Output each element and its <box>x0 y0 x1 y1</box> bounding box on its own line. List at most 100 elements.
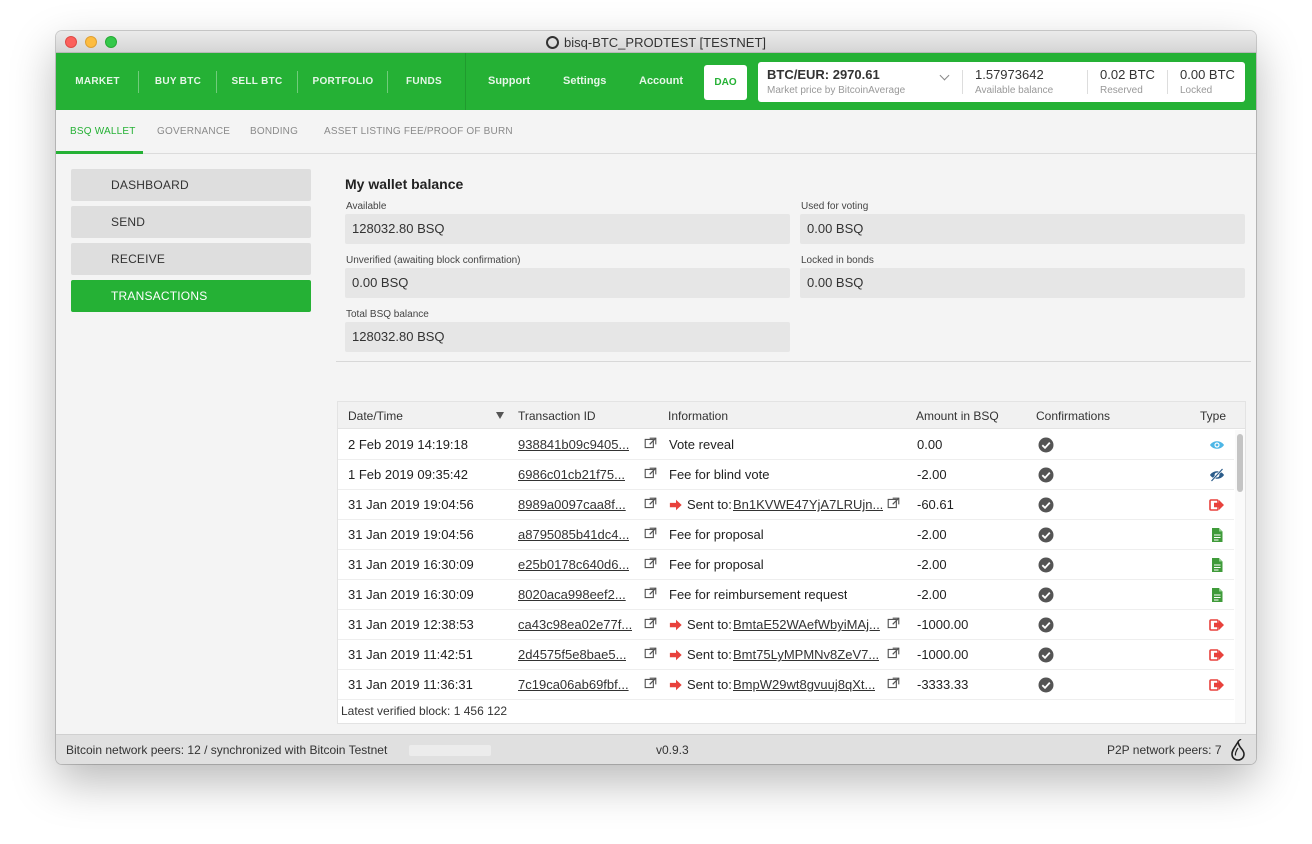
row-information: Fee for proposal <box>669 557 764 572</box>
column-confirmations[interactable]: Confirmations <box>1036 409 1110 423</box>
row-date: 2 Feb 2019 14:19:18 <box>348 437 468 452</box>
app-window: bisq-BTC_PRODTEST [TESTNET] MARKET BUY B… <box>56 31 1256 764</box>
table-row[interactable]: 31 Jan 2019 12:38:53 ca43c98ea02e77f... Se… <box>338 610 1234 640</box>
reserved-balance-label: Reserved <box>1100 85 1143 96</box>
tab-bonding[interactable]: BONDING <box>250 110 298 154</box>
table-row[interactable]: 31 Jan 2019 11:42:51 2d4575f5e8bae5... Sen… <box>338 640 1234 670</box>
tab-asset-listing-fee[interactable]: ASSET LISTING FEE/PROOF OF BURN <box>324 110 513 154</box>
column-date-time[interactable]: Date/Time <box>348 409 403 423</box>
window-title: bisq-BTC_PRODTEST [TESTNET] <box>563 35 766 50</box>
total-balance-field: 128032.80 BSQ <box>345 322 790 352</box>
bitcoin-network-status: Bitcoin network peers: 12 / synchronized… <box>66 743 388 757</box>
external-link-icon[interactable] <box>644 587 657 600</box>
external-link-icon[interactable] <box>644 647 657 660</box>
row-amount: -2.00 <box>917 527 947 542</box>
used-for-voting-label: Used for voting <box>801 201 869 212</box>
tab-governance[interactable]: GOVERNANCE <box>157 110 230 154</box>
row-date: 31 Jan 2019 11:42:51 <box>348 647 473 662</box>
sidemenu-transactions[interactable]: TRANSACTIONS <box>71 280 311 312</box>
nav-buy-btc[interactable]: BUY BTC <box>139 53 217 110</box>
external-link-icon[interactable] <box>887 677 900 690</box>
tab-bsq-wallet[interactable]: BSQ WALLET <box>70 110 136 154</box>
table-row[interactable]: 31 Jan 2019 11:36:31 7c19ca06ab69fbf... Se… <box>338 670 1234 700</box>
table-row[interactable]: 31 Jan 2019 16:30:09 8020aca998eef2... Fee… <box>338 580 1234 610</box>
external-link-icon[interactable] <box>644 527 657 540</box>
sent-icon <box>1209 619 1224 631</box>
transaction-id-link[interactable]: e25b0178c640d6... <box>518 557 629 572</box>
column-amount[interactable]: Amount in BSQ <box>916 409 999 423</box>
nav-dao-button[interactable]: DAO <box>704 65 747 100</box>
available-balance: 1.57973642 Available balance <box>975 62 1085 102</box>
external-link-icon[interactable] <box>644 557 657 570</box>
status-bar: Bitcoin network peers: 12 / synchronized… <box>56 734 1256 764</box>
external-link-icon[interactable] <box>644 617 657 630</box>
table-row[interactable]: 31 Jan 2019 16:30:09 e25b0178c640d6... Fee… <box>338 550 1234 580</box>
column-information[interactable]: Information <box>668 409 728 423</box>
nav-settings[interactable]: Settings <box>563 53 606 110</box>
used-for-voting-field: 0.00 BSQ <box>800 214 1245 244</box>
reserved-balance: 0.02 BTC Reserved <box>1100 62 1166 102</box>
row-information: Vote reveal <box>669 437 735 452</box>
sent-arrow-icon <box>669 679 682 691</box>
row-date: 31 Jan 2019 19:04:56 <box>348 527 474 542</box>
external-link-icon[interactable] <box>887 497 900 510</box>
row-amount: -60.61 <box>917 497 954 512</box>
external-link-icon[interactable] <box>644 467 657 480</box>
transaction-id-link[interactable]: 6986c01cb21f75... <box>518 467 625 482</box>
sidemenu-receive[interactable]: RECEIVE <box>71 243 311 275</box>
row-amount: 0.00 <box>917 437 943 452</box>
transaction-id-link[interactable]: a8795085b41dc4... <box>518 527 629 542</box>
document-icon <box>1212 558 1223 572</box>
confirmed-check-icon <box>1038 587 1054 603</box>
row-amount: -3333.33 <box>917 677 969 692</box>
transaction-id-link[interactable]: ca43c98ea02e77f... <box>518 617 632 632</box>
sidemenu-dashboard[interactable]: DASHBOARD <box>71 169 311 201</box>
transaction-id-link[interactable]: 2d4575f5e8bae5... <box>518 647 626 662</box>
confirmed-check-icon <box>1038 437 1054 453</box>
balance-panel: BTC/EUR: 2970.61 Market price by Bitcoin… <box>758 62 1245 102</box>
transaction-id-link[interactable]: 7c19ca06ab69fbf... <box>518 677 629 692</box>
external-link-icon[interactable] <box>644 677 657 690</box>
table-row[interactable]: 2 Feb 2019 14:19:18 938841b09c9405... Vote… <box>338 430 1234 460</box>
locked-in-bonds-field: 0.00 BSQ <box>800 268 1245 298</box>
locked-balance: 0.00 BTC Locked <box>1180 62 1242 102</box>
nav-divider <box>465 53 466 110</box>
column-transaction-id[interactable]: Transaction ID <box>518 409 596 423</box>
transaction-id-link[interactable]: 8020aca998eef2... <box>518 587 626 602</box>
recipient-address-link[interactable]: Bmt75LyMPMNv8ZeV7... <box>733 647 879 662</box>
table-scrollbar-thumb[interactable] <box>1237 434 1243 492</box>
nav-market[interactable]: MARKET <box>56 53 139 110</box>
external-link-icon[interactable] <box>887 617 900 630</box>
table-header: Date/Time Transaction ID Information Amo… <box>338 402 1245 429</box>
external-link-icon[interactable] <box>644 437 657 450</box>
transaction-id-link[interactable]: 938841b09c9405... <box>518 437 629 452</box>
nav-account[interactable]: Account <box>639 53 683 110</box>
column-type[interactable]: Type <box>1200 409 1226 423</box>
external-link-icon[interactable] <box>887 647 900 660</box>
row-information: Fee for blind vote <box>669 467 770 482</box>
table-row[interactable]: 31 Jan 2019 19:04:56 8989a0097caa8f... Sen… <box>338 490 1234 520</box>
locked-in-bonds-label: Locked in bonds <box>801 255 874 266</box>
sidemenu-send[interactable]: SEND <box>71 206 311 238</box>
available-label: Available <box>346 201 387 212</box>
title-bar[interactable]: bisq-BTC_PRODTEST [TESTNET] <box>56 31 1256 53</box>
external-link-icon[interactable] <box>644 497 657 510</box>
sort-descending-icon[interactable] <box>496 412 504 419</box>
table-row[interactable]: 1 Feb 2019 09:35:42 6986c01cb21f75... Fee … <box>338 460 1234 490</box>
nav-funds[interactable]: FUNDS <box>388 53 460 110</box>
nav-sell-btc[interactable]: SELL BTC <box>217 53 297 110</box>
total-balance-label: Total BSQ balance <box>346 309 429 320</box>
transaction-id-link[interactable]: 8989a0097caa8f... <box>518 497 626 512</box>
balance-separator <box>962 70 963 94</box>
nav-left-group: MARKET BUY BTC SELL BTC PORTFOLIO FUNDS <box>56 53 466 110</box>
nav-support[interactable]: Support <box>488 53 530 110</box>
recipient-address-link[interactable]: Bn1KVWE47YjA7LRUjn... <box>733 497 883 512</box>
tor-onion-icon[interactable] <box>1230 739 1246 761</box>
recipient-address-link[interactable]: BmtaE52WAefWbyiMAj... <box>733 617 880 632</box>
nav-portfolio[interactable]: PORTFOLIO <box>298 53 388 110</box>
recipient-address-link[interactable]: BmpW29wt8gvuuj8qXt... <box>733 677 875 692</box>
market-price-selector[interactable]: BTC/EUR: 2970.61 Market price by Bitcoin… <box>767 62 957 102</box>
table-row[interactable]: 31 Jan 2019 19:04:56 a8795085b41dc4... Fee… <box>338 520 1234 550</box>
available-balance-value: 1.57973642 <box>975 67 1044 82</box>
unverified-field: 0.00 BSQ <box>345 268 790 298</box>
